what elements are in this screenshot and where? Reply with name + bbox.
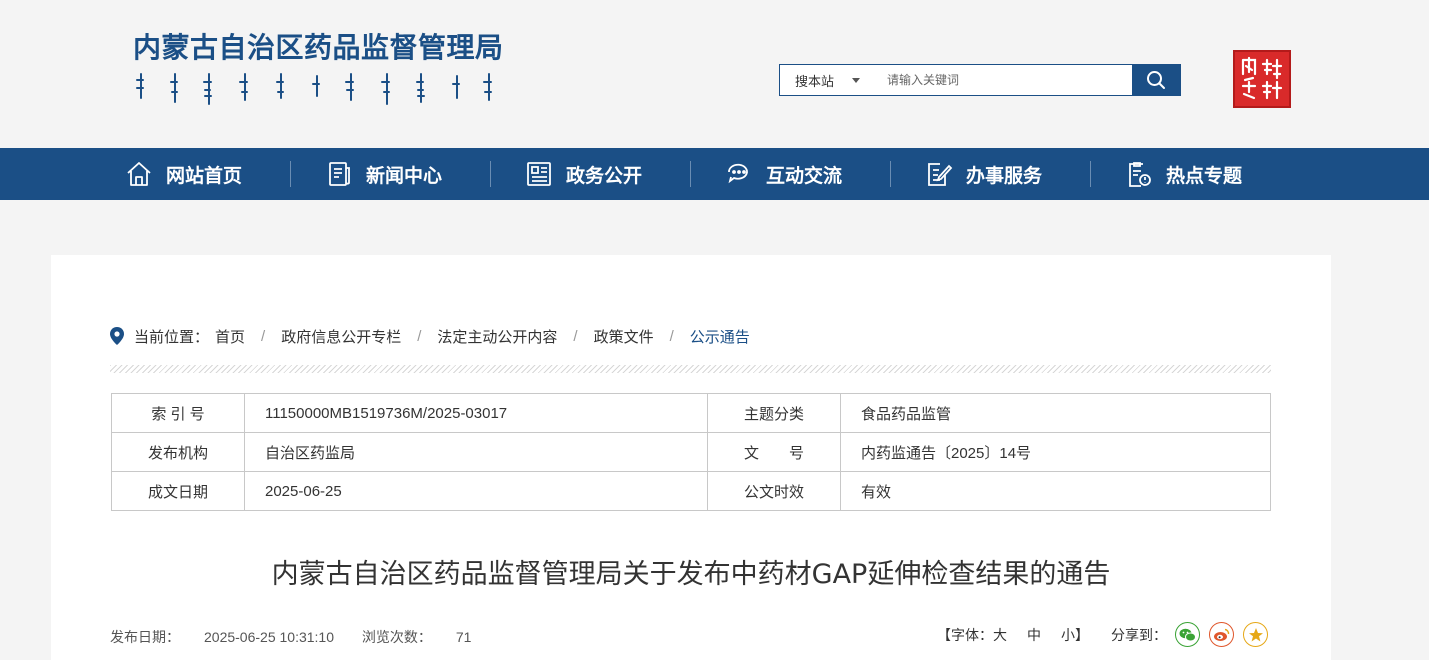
view-count-value: 71 — [455, 629, 472, 645]
breadcrumb-separator: / — [573, 327, 578, 345]
share-label: 分享到： — [1111, 626, 1167, 643]
breadcrumb-item-statutory[interactable]: 法定主动公开内容 — [437, 326, 557, 347]
nav-item-interaction[interactable]: 互动交流 — [724, 148, 924, 200]
nav-label: 新闻中心 — [366, 165, 443, 187]
chat-icon — [724, 159, 754, 189]
document-meta-table: 索 引 号 11150000MB1519736M/2025-03017 主题分类… — [111, 393, 1271, 511]
home-icon — [124, 159, 154, 189]
search-scope-select[interactable]: 搜本站 — [780, 65, 875, 95]
meta-label: 公文时效 — [707, 471, 841, 511]
nav-label: 网站首页 — [166, 165, 243, 187]
favorite-star-icon[interactable] — [1243, 622, 1268, 647]
font-size-small-button[interactable]: 小 — [1061, 625, 1075, 645]
search-bar: 搜本站 — [779, 64, 1181, 96]
meta-value: 内药监通告〔2025〕14号 — [840, 432, 1271, 472]
meta-label: 文 号 — [707, 432, 841, 472]
hatched-divider — [110, 365, 1271, 373]
nav-divider — [1090, 161, 1091, 187]
article-info: 发布日期： 2025-06-25 10:31:10 浏览次数： 71 — [110, 627, 471, 647]
meta-value: 2025-06-25 — [244, 471, 708, 511]
breadcrumb-item-policy[interactable]: 政策文件 — [594, 326, 654, 347]
news-icon — [324, 159, 354, 189]
meta-value: 自治区药监局 — [244, 432, 708, 472]
weibo-share-icon[interactable] — [1209, 622, 1234, 647]
caret-down-icon — [852, 77, 860, 83]
table-row: 成文日期 2025-06-25 公文时效 有效 — [111, 471, 1271, 511]
publish-date-value: 2025-06-25 10:31:10 — [204, 629, 334, 645]
nav-item-gov-affairs[interactable]: 政务公开 — [524, 148, 724, 200]
nav-item-topics[interactable]: 热点专题 — [1124, 148, 1324, 200]
breadcrumb-prefix: 当前位置： — [134, 328, 210, 346]
view-count: 浏览次数： 71 — [362, 629, 472, 645]
nav-divider — [690, 161, 691, 187]
location-pin-icon — [110, 327, 124, 345]
table-row: 索 引 号 11150000MB1519736M/2025-03017 主题分类… — [111, 393, 1271, 433]
breadcrumb-item-home[interactable]: 首页 — [215, 326, 245, 347]
article-title: 内蒙古自治区药品监督管理局关于发布中药材GAP延伸检查结果的通告 — [271, 559, 1111, 590]
wechat-share-icon[interactable] — [1175, 622, 1200, 647]
publish-date: 发布日期： 2025-06-25 10:31:10 — [110, 629, 334, 645]
meta-label: 成文日期 — [111, 471, 245, 511]
site-header: 内蒙古自治区药品监督管理局 搜本站 — [0, 0, 1429, 148]
nav-item-services[interactable]: 办事服务 — [924, 148, 1124, 200]
document-list-icon — [524, 159, 554, 189]
nav-label: 办事服务 — [966, 165, 1043, 187]
search-button[interactable] — [1132, 65, 1180, 95]
breadcrumb-separator: / — [669, 327, 674, 345]
mongolian-script-logo — [136, 73, 492, 105]
nav-item-news[interactable]: 新闻中心 — [324, 148, 524, 200]
meta-value: 11150000MB1519736M/2025-03017 — [244, 393, 708, 433]
search-input[interactable] — [875, 65, 1132, 95]
table-row: 发布机构 自治区药监局 文 号 内药监通告〔2025〕14号 — [111, 432, 1271, 472]
meta-value: 有效 — [840, 471, 1271, 511]
main-nav: 网站首页 新闻中心 政务公开 互动交流 办事服务 热点专题 — [0, 148, 1429, 200]
publish-date-label: 发布日期： — [110, 629, 180, 645]
meta-label: 主题分类 — [707, 393, 841, 433]
nav-label: 热点专题 — [1166, 165, 1243, 187]
search-scope-label: 搜本站 — [794, 73, 834, 89]
view-count-label: 浏览次数： — [361, 629, 432, 645]
seal-icon — [1233, 50, 1291, 108]
font-size-large-button[interactable]: 大 — [993, 625, 1007, 645]
font-size-suffix: 】 — [1075, 626, 1089, 643]
nav-divider — [290, 161, 291, 187]
breadcrumb-separator: / — [261, 327, 266, 345]
nav-divider — [890, 161, 891, 187]
search-icon — [1147, 71, 1165, 89]
breadcrumb: 当前位置： 首页 / 政府信息公开专栏 / 法定主动公开内容 / 政策文件 / … — [110, 326, 750, 346]
font-size-prefix: 【字体： — [937, 626, 993, 643]
article-tools: 【字体： 大 中 小 】 分享到： — [937, 622, 1268, 647]
meta-label: 发布机构 — [111, 432, 245, 472]
meta-label: 索 引 号 — [111, 393, 245, 433]
topic-icon — [1124, 159, 1154, 189]
meta-value: 食品药品监管 — [840, 393, 1271, 433]
nav-label: 政务公开 — [566, 165, 643, 187]
nav-label: 互动交流 — [766, 165, 843, 187]
edit-icon — [924, 159, 954, 189]
breadcrumb-item-notice[interactable]: 公示通告 — [690, 326, 750, 347]
breadcrumb-separator: / — [417, 327, 422, 345]
site-logo[interactable]: 内蒙古自治区药品监督管理局 — [133, 26, 504, 113]
breadcrumb-item-gov-info[interactable]: 政府信息公开专栏 — [281, 326, 401, 347]
site-title: 内蒙古自治区药品监督管理局 — [133, 31, 504, 64]
nav-divider — [490, 161, 491, 187]
nav-item-home[interactable]: 网站首页 — [124, 148, 324, 200]
font-size-medium-button[interactable]: 中 — [1027, 625, 1041, 645]
